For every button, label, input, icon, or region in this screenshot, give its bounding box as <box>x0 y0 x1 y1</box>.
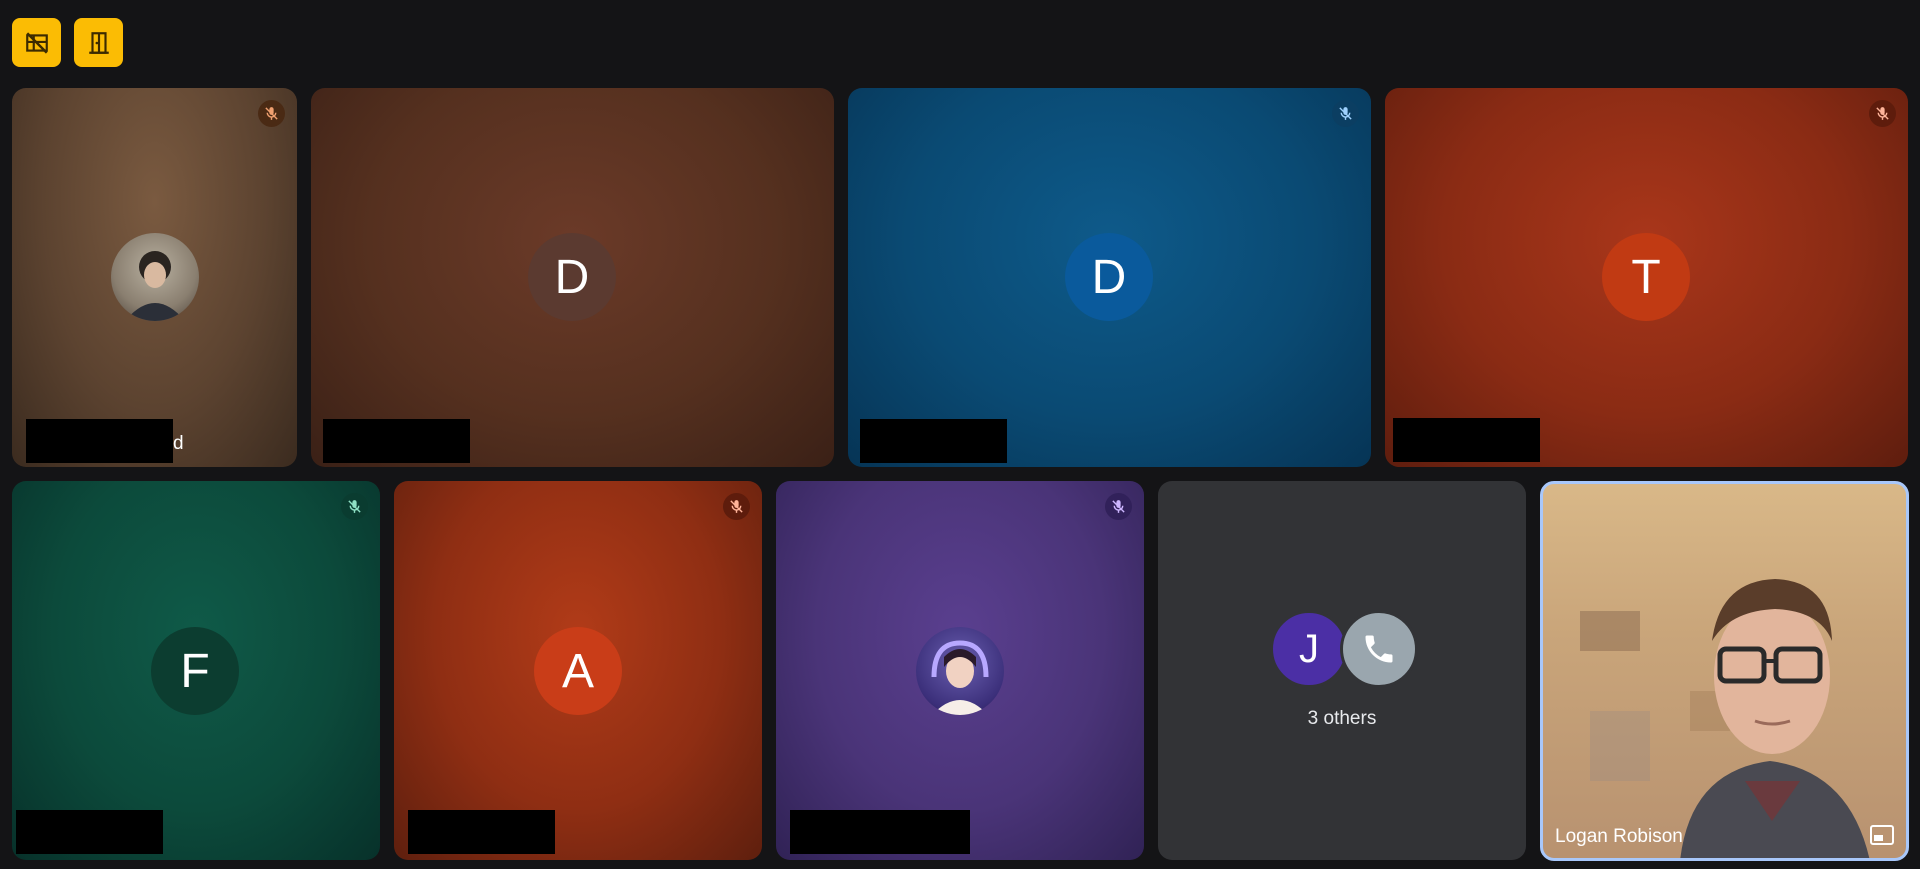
others-count-label: 3 others <box>1307 708 1377 729</box>
participant-tile[interactable]: D <box>848 88 1371 467</box>
avatar-initial: J <box>1299 626 1319 671</box>
avatar-initial: D <box>554 250 590 304</box>
participant-initial-avatar: D <box>528 233 616 321</box>
no-video-grid-icon <box>25 31 48 54</box>
participant-tile[interactable]: T <box>1385 88 1908 467</box>
name-redacted <box>26 419 173 463</box>
participant-photo-avatar <box>916 627 1004 715</box>
self-view-tile[interactable]: Logan Robison <box>1540 481 1909 861</box>
self-video-feed <box>1580 579 1870 858</box>
mic-muted-icon <box>341 493 368 520</box>
participant-initial-avatar: D <box>1065 233 1153 321</box>
participant-tile[interactable]: d <box>12 88 297 467</box>
avatar-initial: F <box>180 644 210 698</box>
participant-initial-avatar: A <box>534 627 622 715</box>
participant-tile[interactable]: D <box>311 88 834 467</box>
phone-icon <box>1365 635 1393 663</box>
mic-muted-icon <box>1332 100 1359 127</box>
others-tile[interactable]: J 3 others <box>1158 481 1526 860</box>
mic-muted-icon <box>258 100 285 127</box>
avatar-initial: D <box>1091 250 1127 304</box>
participant-initial-avatar: T <box>1602 233 1690 321</box>
name-redacted <box>408 810 555 854</box>
phone-avatar <box>1340 610 1418 688</box>
avatar-initial: A <box>561 644 594 698</box>
participant-initial-avatar: F <box>151 627 239 715</box>
leave-button[interactable] <box>74 18 123 67</box>
mic-muted-icon <box>1105 493 1132 520</box>
participant-tile[interactable]: F <box>12 481 380 860</box>
picture-in-picture-icon[interactable] <box>1870 825 1894 845</box>
mic-muted-icon <box>723 493 750 520</box>
hide-tiles-button[interactable] <box>12 18 61 67</box>
participant-tile[interactable]: A <box>394 481 762 860</box>
self-name-label: Logan Robison <box>1555 826 1683 847</box>
name-redacted <box>860 419 1007 463</box>
exit-door-icon <box>88 31 109 54</box>
participant-photo-avatar <box>111 233 199 321</box>
mic-muted-icon <box>1869 100 1896 127</box>
name-redacted <box>16 810 163 854</box>
name-redacted <box>323 419 470 463</box>
participant-tile[interactable] <box>776 481 1144 860</box>
participant-initial-avatar: J <box>1270 610 1348 688</box>
participant-name-fragment: d <box>173 433 184 454</box>
name-redacted <box>1393 418 1540 462</box>
avatar-initial: T <box>1631 250 1661 304</box>
name-redacted <box>790 810 970 854</box>
